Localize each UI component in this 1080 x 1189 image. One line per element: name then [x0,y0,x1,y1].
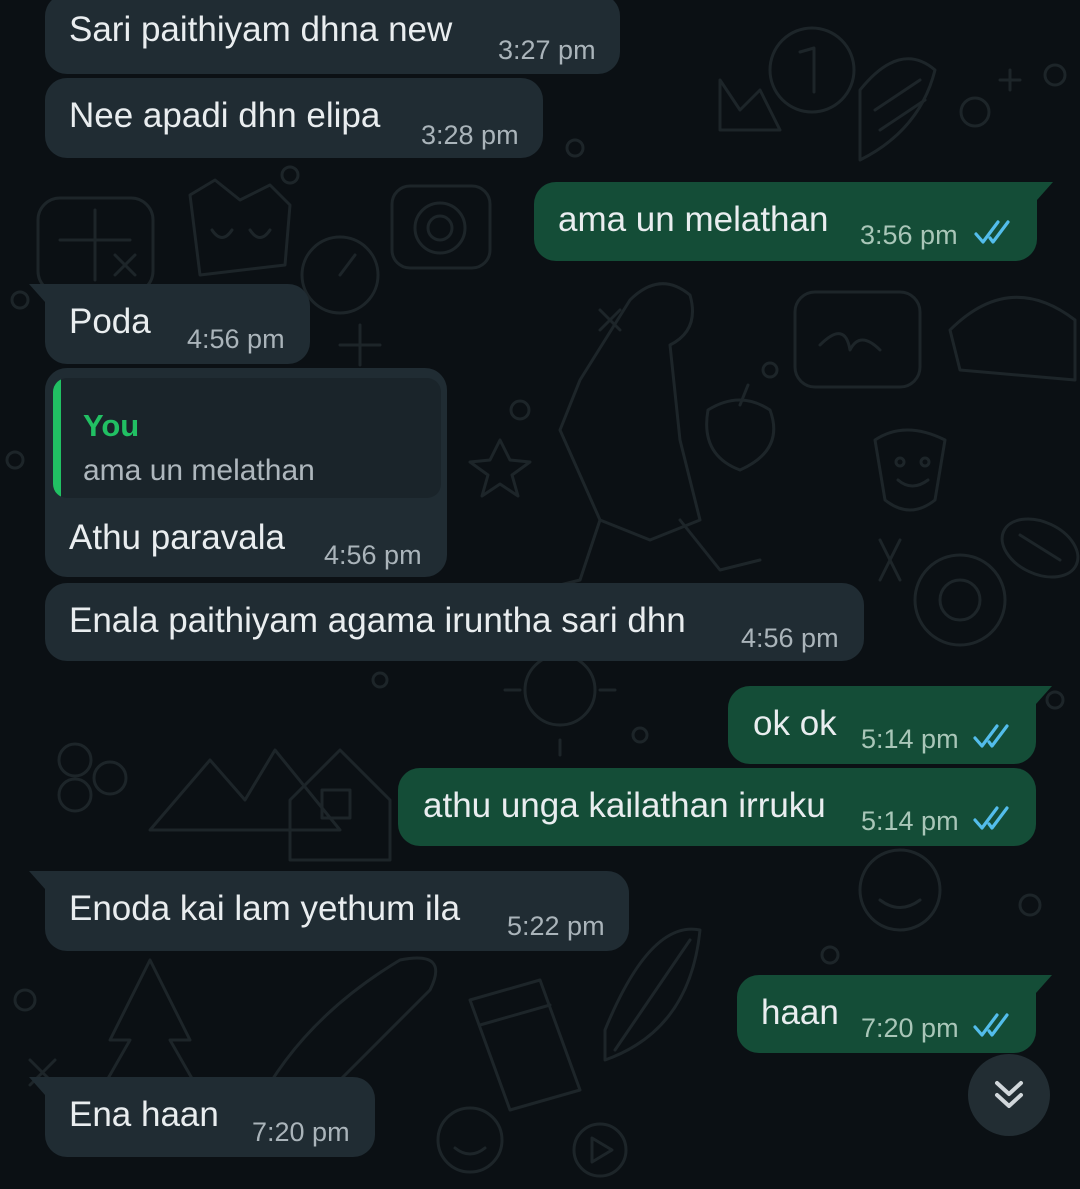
message-timestamp: 3:27 pm [498,35,596,65]
message-timestamp: 4:56 pm [187,324,285,354]
message-timestamp: 5:14 pm [861,724,959,754]
double-chevron-down-icon [995,1081,1023,1108]
message-bubble-incoming[interactable]: Ena haan 7:20 pm [29,1077,375,1157]
message-bubble-incoming-reply[interactable]: You ama un melathan Athu paravala 4:56 p… [45,368,447,577]
message-bubble-incoming[interactable]: Nee apadi dhn elipa 3:28 pm [45,78,543,158]
read-receipt-icon [973,1013,1009,1037]
message-timestamp: 4:56 pm [741,623,839,653]
message-bubble-incoming[interactable]: Enala paithiyam agama iruntha sari dhn 4… [45,583,864,661]
quote-accent-bar [53,378,61,498]
message-bubble-outgoing[interactable]: ama un melathan 3:56 pm [534,182,1053,261]
message-bubble-outgoing[interactable]: ok ok 5:14 pm [728,686,1052,764]
message-text: Ena haan [69,1095,219,1134]
message-text: haan [761,993,839,1032]
message-text: athu unga kailathan irruku [423,786,826,825]
message-bubble-outgoing[interactable]: athu unga kailathan irruku 5:14 pm [398,768,1036,846]
read-receipt-icon [974,220,1010,244]
read-receipt-icon [973,724,1009,748]
message-timestamp: 7:20 pm [252,1117,350,1147]
message-text: Sari paithiyam dhna new [69,10,453,49]
message-bubble-outgoing[interactable]: haan 7:20 pm [737,975,1052,1053]
message-timestamp: 3:28 pm [421,120,519,150]
read-receipt-icon [973,806,1009,830]
message-timestamp: 5:14 pm [861,806,959,836]
chat-area[interactable]: Sari paithiyam dhna new 3:27 pm Nee apad… [0,0,1080,1189]
message-text: Enoda kai lam yethum ila [69,889,461,928]
message-bubble-incoming[interactable]: Poda 4:56 pm [29,284,310,364]
message-text: ok ok [753,704,837,743]
message-text: Enala paithiyam agama iruntha sari dhn [69,601,686,640]
message-text: Nee apadi dhn elipa [69,96,381,135]
message-timestamp: 7:20 pm [861,1013,959,1043]
message-timestamp: 5:22 pm [507,911,605,941]
quoted-message[interactable]: You ama un melathan [53,378,441,498]
message-timestamp: 4:56 pm [324,540,422,570]
message-text: Athu paravala [69,518,285,557]
message-timestamp: 3:56 pm [860,220,958,250]
quoted-message-text: ama un melathan [83,454,315,487]
message-bubble-incoming[interactable]: Sari paithiyam dhna new 3:27 pm [45,0,620,74]
scroll-to-bottom-button[interactable] [968,1054,1050,1136]
message-text: ama un melathan [558,200,829,239]
message-text: Poda [69,302,151,341]
quoted-message-author: You [83,408,140,443]
message-bubble-incoming[interactable]: Enoda kai lam yethum ila 5:22 pm [29,871,629,951]
